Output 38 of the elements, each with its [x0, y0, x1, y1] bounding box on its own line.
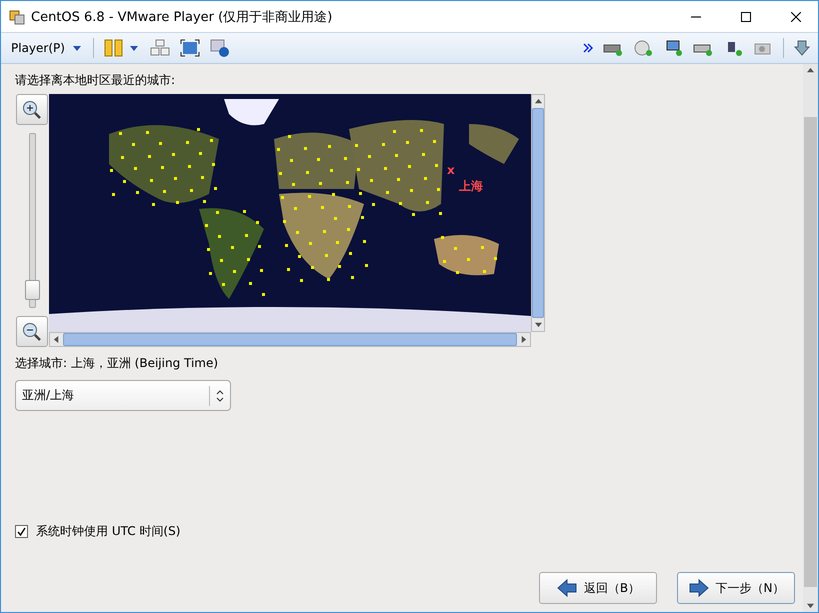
city-marker: x: [447, 164, 455, 176]
horizontal-scrollbar[interactable]: [49, 332, 531, 347]
player-menu[interactable]: Player(P): [9, 41, 83, 55]
window-info-icon[interactable]: [210, 39, 230, 57]
zoom-out-button[interactable]: [16, 316, 48, 347]
utc-checkbox-label: 系统时钟使用 UTC 时间(S): [36, 523, 180, 540]
next-button[interactable]: 下一步（N）: [677, 572, 795, 604]
selected-city-label: 选择城市: 上海，亚洲 (Beijing Time): [15, 355, 220, 372]
city-prompt: 请选择离本地时区最近的城市:: [15, 72, 176, 89]
vertical-scrollbar[interactable]: [531, 94, 545, 332]
maximize-icon: [741, 12, 751, 22]
page-scrollbar[interactable]: [803, 64, 818, 612]
left-arrow-icon: [556, 578, 578, 598]
scroll-arrow-icon[interactable]: [520, 336, 527, 343]
pause-button[interactable]: [104, 39, 140, 57]
down-arrow-icon[interactable]: [794, 40, 810, 56]
right-arrow-icon: [688, 578, 710, 598]
scroll-arrow-icon[interactable]: [535, 321, 542, 328]
zoom-in-icon: [22, 100, 42, 120]
updown-caret-icon: [216, 390, 224, 402]
utc-checkbox[interactable]: [15, 525, 28, 538]
scroll-arrow-icon[interactable]: [535, 98, 542, 105]
slider-thumb[interactable]: [24, 280, 40, 300]
close-icon: [791, 12, 801, 22]
timezone-dropdown[interactable]: 亚洲/上海: [15, 380, 231, 411]
city-label: 上海: [459, 180, 483, 192]
world-map-drawing[interactable]: [49, 94, 531, 332]
window-title: CentOS 6.8 - VMware Player (仅用于非商业用途): [31, 8, 334, 26]
back-button[interactable]: 返回（B）: [539, 572, 657, 604]
zoom-out-icon: [22, 322, 42, 342]
scroll-arrow-icon[interactable]: [807, 67, 814, 74]
zoom-in-button[interactable]: [16, 94, 48, 125]
scroll-arrow-icon[interactable]: [53, 336, 60, 343]
double-chevron-icon[interactable]: [583, 43, 593, 53]
app-icon: [9, 8, 25, 24]
caret-icon: [72, 46, 81, 50]
scroll-arrow-icon[interactable]: [807, 602, 814, 609]
fullscreen-icon[interactable]: [180, 39, 200, 57]
